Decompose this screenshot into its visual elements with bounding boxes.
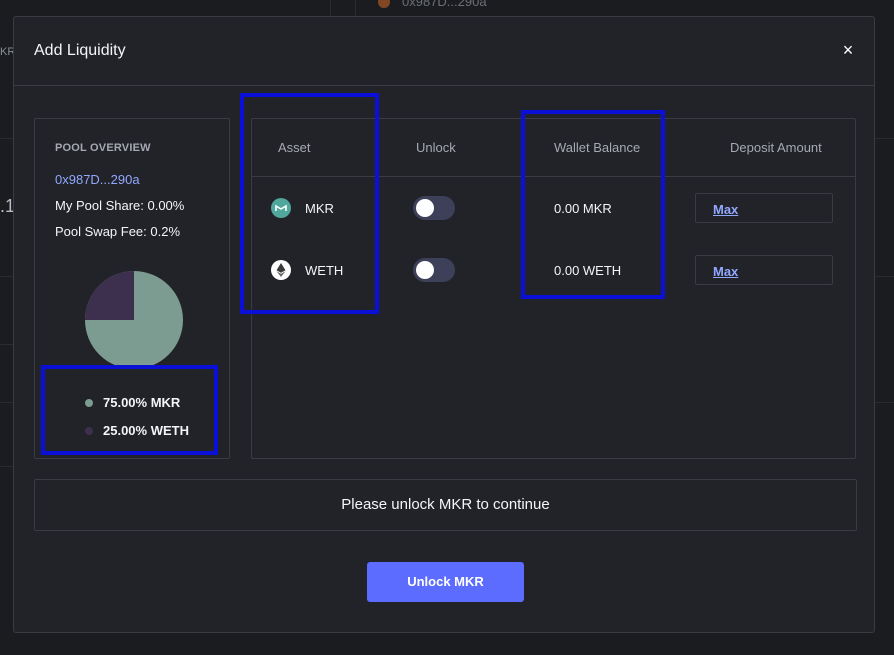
background-divider [0,138,13,139]
deposit-amount-input-mkr[interactable]: Max [695,193,833,223]
background-divider [875,402,894,403]
pool-overview-heading: POOL OVERVIEW [55,142,151,154]
pool-swap-fee: Pool Swap Fee: 0.2% [55,224,181,239]
my-pool-share: My Pool Share: 0.00% [55,198,185,213]
unlock-mkr-button[interactable]: Unlock MKR [367,562,524,602]
background-divider [875,276,894,277]
background-divider [0,466,13,467]
deposit-amount-input-weth[interactable]: Max [695,255,833,285]
annotation-box-asset-column [240,93,379,314]
annotation-box-pool-legend [41,365,218,455]
unlock-toggle-mkr[interactable] [413,196,455,220]
pool-address-link[interactable]: 0x987D...290a [55,172,140,187]
max-button[interactable]: Max [713,202,738,217]
background-divider [0,402,13,403]
header-unlock: Unlock [416,140,456,155]
pool-composition-pie [85,271,183,369]
modal-title: Add Liquidity [34,42,126,59]
pie-slice-weth [85,271,134,320]
background-divider [875,138,894,139]
background-divider [0,344,13,345]
close-icon[interactable]: × [840,41,856,59]
toggle-knob [416,261,434,279]
add-liquidity-modal: Add Liquidity × POOL OVERVIEW 0x987D...2… [13,16,875,633]
background-divider [330,0,331,16]
background-divider [0,276,13,277]
header-deposit-amount: Deposit Amount [730,140,822,155]
background-address: 0x987D...290a [402,0,487,9]
toggle-knob [416,199,434,217]
max-button[interactable]: Max [713,264,738,279]
firefox-icon [378,0,390,8]
background-divider [355,0,356,16]
modal-header: Add Liquidity × [14,17,874,86]
status-message: Please unlock MKR to continue [34,479,857,531]
unlock-toggle-weth[interactable] [413,258,455,282]
annotation-box-wallet-balance-column [521,110,665,299]
